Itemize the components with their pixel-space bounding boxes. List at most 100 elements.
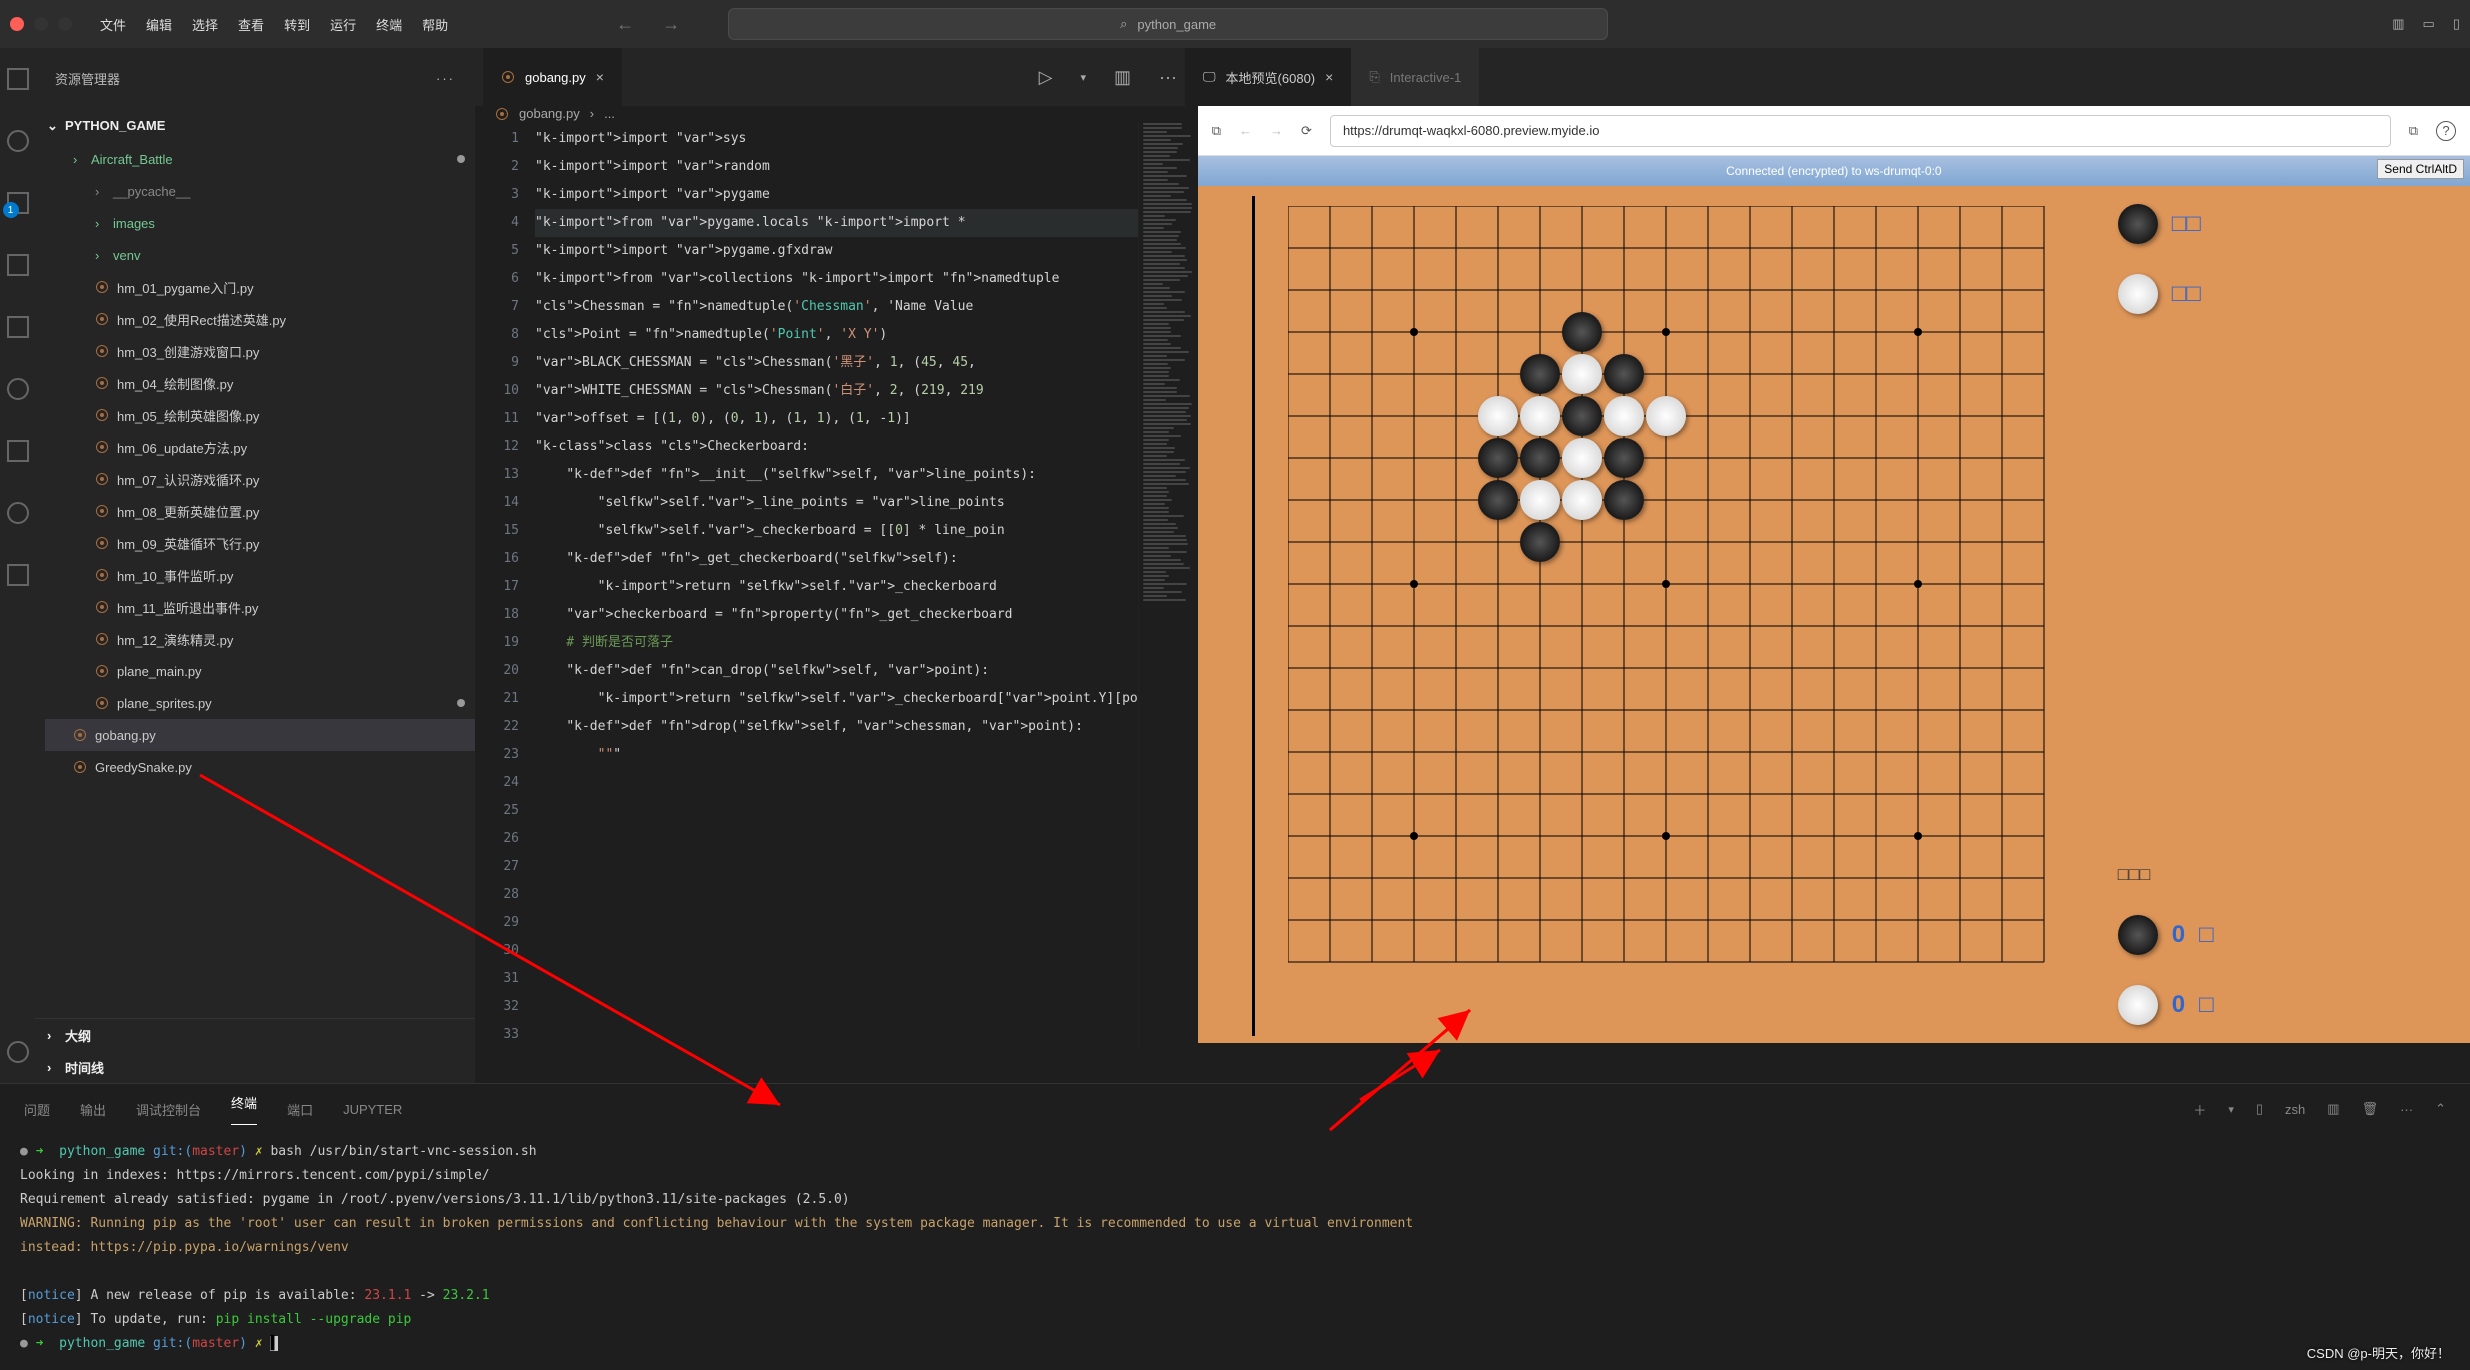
editor-tab-gobang[interactable]: gobang.py × [483, 48, 622, 106]
terminal[interactable]: ● ➜ python_game git:(master) ✗ bash /usr… [0, 1134, 2470, 1370]
black-stone [1604, 480, 1644, 520]
panel-tab[interactable]: 输出 [80, 1100, 106, 1119]
vnc-status-text: Connected (encrypted) to ws-drumqt-0:0 [1726, 164, 1941, 178]
run-icon[interactable]: ▷ [1039, 67, 1053, 88]
kill-terminal-icon[interactable]: 🗑 [2362, 1101, 2379, 1117]
scm-activity-icon[interactable]: 1 [7, 192, 29, 214]
main-area: 1 资源管理器 ··· ⌄ PYTHON_GAME ›Aircraft_Batt… [0, 48, 2470, 1083]
cloud-activity-icon[interactable] [7, 502, 29, 524]
file-item[interactable]: hm_04_绘制图像.py [45, 367, 475, 399]
breadcrumbs[interactable]: gobang.py › ... [475, 106, 1198, 121]
menu-item[interactable]: 运行 [330, 15, 356, 34]
black-stone [1562, 396, 1602, 436]
project-root[interactable]: ⌄ PYTHON_GAME [35, 108, 475, 143]
settings-gear-icon[interactable] [7, 1041, 29, 1063]
minimize-traffic-icon[interactable] [34, 17, 48, 31]
sidebar-section[interactable]: ›时间线 [35, 1051, 475, 1083]
game-area: □□ □□ □□□ 0 □ [1198, 186, 2470, 1043]
menu-item[interactable]: 终端 [376, 15, 402, 34]
devices-icon[interactable]: ⧉ [2409, 123, 2418, 139]
split-terminal-icon[interactable]: ▥ [2327, 1101, 2339, 1117]
file-item[interactable]: hm_12_演练精灵.py [45, 623, 475, 655]
terminal-profile-icon[interactable]: ▯ [2256, 1101, 2263, 1117]
extensions-activity-icon[interactable] [7, 316, 29, 338]
file-item[interactable]: hm_02_使用Rect描述英雄.py [45, 303, 475, 335]
activity-bar: 1 [0, 48, 35, 1083]
file-item[interactable]: hm_11_监听退出事件.py [45, 591, 475, 623]
remote-activity-icon[interactable] [7, 378, 29, 400]
layout-right-icon[interactable]: ▯ [2453, 16, 2460, 32]
tree-item-label: hm_01_pygame入门.py [117, 278, 254, 297]
more-icon[interactable]: ··· [2400, 1102, 2413, 1117]
nav-forward-icon[interactable]: → [662, 14, 680, 35]
score-white-value: 0 [2172, 991, 2185, 1019]
panel-tab[interactable]: 问题 [24, 1100, 50, 1119]
preview-tab-local[interactable]: 🖵 本地预览(6080) × [1185, 48, 1351, 106]
file-item[interactable]: hm_10_事件监听.py [45, 559, 475, 591]
score-white: 0 □ [2118, 985, 2450, 1025]
more-activity-icon[interactable] [7, 564, 29, 586]
help-icon[interactable]: ? [2436, 121, 2456, 141]
menu-item[interactable]: 查看 [238, 15, 264, 34]
menu-item[interactable]: 编辑 [146, 15, 172, 34]
command-center[interactable]: ⌕ python_game [728, 8, 1608, 40]
folder-item[interactable]: ›__pycache__ [45, 175, 475, 207]
editor-gutter: 1234567891011121314151617181920212223242… [475, 121, 535, 1049]
file-item[interactable]: gobang.py [45, 719, 475, 751]
menu-item[interactable]: 选择 [192, 15, 218, 34]
file-item[interactable]: hm_03_创建游戏窗口.py [45, 335, 475, 367]
sidebar-more-icon[interactable]: ··· [436, 71, 455, 86]
nav-back-icon[interactable]: ← [1239, 123, 1252, 138]
file-item[interactable]: hm_05_绘制英雄图像.py [45, 399, 475, 431]
menu-item[interactable]: 文件 [100, 15, 126, 34]
file-item[interactable]: GreedySnake.py [45, 751, 475, 783]
file-item[interactable]: hm_08_更新英雄位置.py [45, 495, 475, 527]
layout-panel-icon[interactable]: ▭ [2423, 16, 2435, 32]
menu-item[interactable]: 帮助 [422, 15, 448, 34]
reload-icon[interactable]: ⟳ [1301, 123, 1312, 139]
url-bar[interactable]: https://drumqt-waqkxl-6080.preview.myide… [1330, 115, 2391, 147]
run-activity-icon[interactable] [7, 254, 29, 276]
file-item[interactable]: hm_01_pygame入门.py [45, 271, 475, 303]
test-activity-icon[interactable] [7, 440, 29, 462]
monitor-icon: 🖵 [1203, 69, 1216, 85]
editor-code[interactable]: "k-import">import "var">sys"k-import">im… [535, 121, 1138, 1049]
sidebar-section[interactable]: ›大纲 [35, 1019, 475, 1051]
panel-tab[interactable]: 终端 [231, 1093, 257, 1125]
nav-forward-icon[interactable]: → [1270, 123, 1283, 138]
code-editor[interactable]: 1234567891011121314151617181920212223242… [475, 121, 1198, 1049]
search-activity-icon[interactable] [7, 130, 29, 152]
go-board[interactable] [1258, 196, 2098, 1036]
nav-back-icon[interactable]: ← [616, 14, 634, 35]
preview-tab-interactive[interactable]: ⎘ Interactive-1 [1351, 48, 1479, 106]
maximize-panel-icon[interactable]: ⌃ [2435, 1101, 2446, 1117]
menu-item[interactable]: 转到 [284, 15, 310, 34]
explorer-activity-icon[interactable] [7, 68, 29, 90]
maximize-traffic-icon[interactable] [58, 17, 72, 31]
send-ctrlaltdel-button[interactable]: Send CtrlAltD [2377, 159, 2464, 179]
close-icon[interactable]: × [596, 69, 604, 85]
file-item[interactable]: hm_06_update方法.py [45, 431, 475, 463]
star-point [1410, 328, 1418, 336]
more-icon[interactable]: ··· [1159, 67, 1177, 88]
minimap[interactable] [1138, 121, 1198, 1049]
file-item[interactable]: hm_09_英雄循环飞行.py [45, 527, 475, 559]
chevron-down-icon[interactable]: ▾ [1080, 71, 1086, 84]
panel-tab[interactable]: 端口 [287, 1100, 313, 1119]
panel-tab[interactable]: JUPYTER [343, 1102, 402, 1117]
file-item[interactable]: plane_sprites.py [45, 687, 475, 719]
folder-item[interactable]: ›Aircraft_Battle [45, 143, 475, 175]
split-editor-icon[interactable]: ▥ [1114, 67, 1131, 88]
folder-item[interactable]: ›venv [45, 239, 475, 271]
close-icon[interactable]: × [1325, 69, 1333, 85]
file-item[interactable]: plane_main.py [45, 655, 475, 687]
layout-sidebar-icon[interactable]: ▥ [2392, 16, 2404, 32]
new-terminal-icon[interactable]: ＋ [2193, 1100, 2206, 1119]
close-traffic-icon[interactable] [10, 17, 24, 31]
panel-tabs: 问题输出调试控制台终端端口JUPYTER ＋ ▾ ▯ zsh ▥ 🗑 ··· ⌃ [0, 1084, 2470, 1134]
open-external-icon[interactable]: ⧉ [1212, 123, 1221, 139]
panel-tab[interactable]: 调试控制台 [136, 1100, 201, 1119]
file-item[interactable]: hm_07_认识游戏循环.py [45, 463, 475, 495]
folder-item[interactable]: ›images [45, 207, 475, 239]
chevron-down-icon[interactable]: ▾ [2228, 1103, 2234, 1116]
